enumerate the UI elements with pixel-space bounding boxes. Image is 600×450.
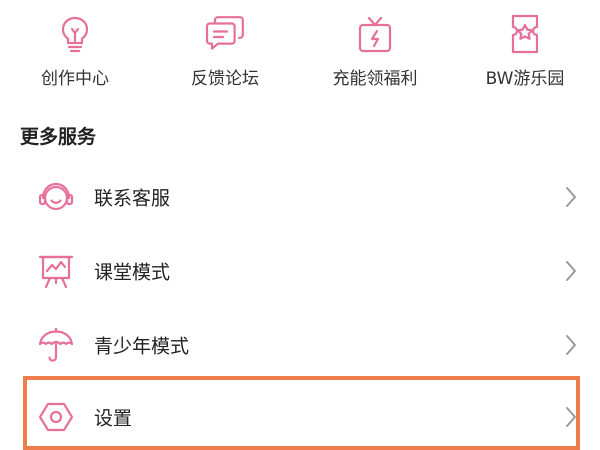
list-item-label: 联系客服	[94, 187, 171, 210]
section-title-more-services: 更多服务	[20, 126, 97, 148]
chevron-right-icon	[564, 186, 578, 208]
presentation-board-icon	[36, 251, 76, 291]
top-shortcut-grid: 创作中心 反馈论坛 充能领福利 BW游乐园	[0, 0, 600, 100]
more-services-page: 创作中心 反馈论坛 充能领福利 BW游乐园 更多服务 联系客服 课堂模式 青少年…	[0, 0, 600, 450]
ticket-star-icon	[503, 12, 547, 56]
list-item-label: 青少年模式	[94, 335, 190, 358]
chat-bubbles-icon	[203, 12, 247, 56]
chevron-right-icon	[564, 334, 578, 356]
umbrella-icon	[36, 325, 76, 365]
list-item-contact-support[interactable]: 联系客服	[0, 162, 600, 232]
list-item-label: 设置	[94, 407, 133, 430]
list-item-settings[interactable]: 设置	[0, 382, 600, 450]
gift-box-icon	[353, 12, 397, 56]
grid-item-creation-center[interactable]: 创作中心	[0, 0, 150, 100]
headset-icon	[36, 177, 76, 217]
grid-item-charge-rewards[interactable]: 充能领福利	[300, 0, 450, 100]
chevron-right-icon	[564, 406, 578, 428]
grid-label: 创作中心	[41, 69, 109, 89]
grid-item-feedback-forum[interactable]: 反馈论坛	[150, 0, 300, 100]
lightbulb-icon	[53, 12, 97, 56]
grid-item-bw-park[interactable]: BW游乐园	[450, 0, 600, 100]
settings-hexagon-icon	[36, 397, 76, 437]
list-item-classroom-mode[interactable]: 课堂模式	[0, 236, 600, 306]
grid-label: 充能领福利	[332, 69, 418, 89]
grid-label: BW游乐园	[485, 69, 565, 89]
grid-label: 反馈论坛	[191, 69, 259, 89]
list-item-youth-mode[interactable]: 青少年模式	[0, 310, 600, 380]
list-item-label: 课堂模式	[94, 261, 171, 284]
chevron-right-icon	[564, 260, 578, 282]
